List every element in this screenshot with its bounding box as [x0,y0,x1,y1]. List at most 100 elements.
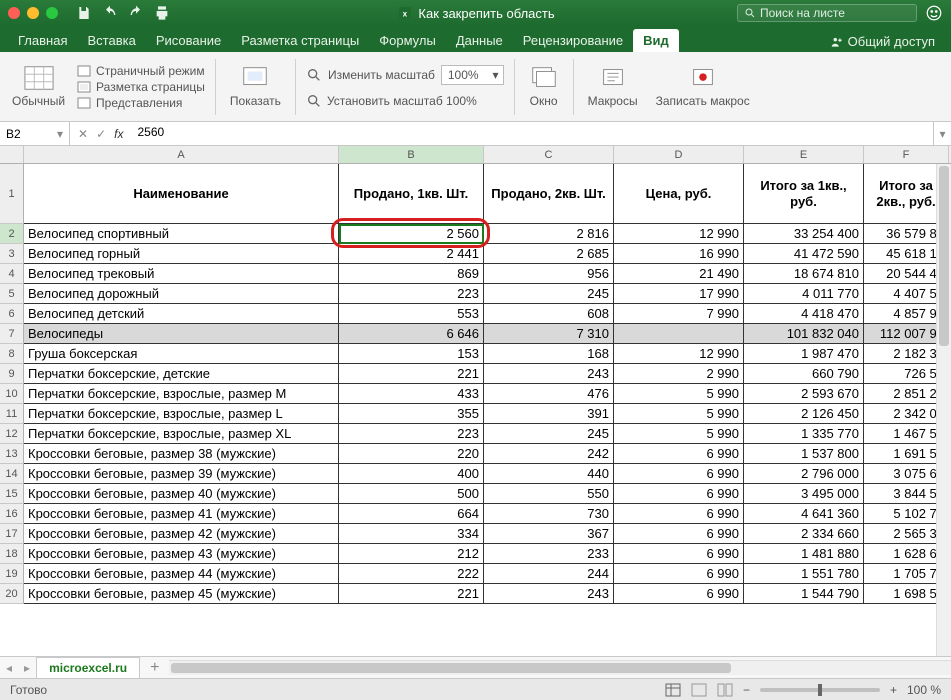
cell[interactable]: 550 [484,484,614,504]
page-break-icon[interactable] [717,683,733,697]
cell[interactable]: 244 [484,564,614,584]
cell[interactable]: 6 990 [614,584,744,604]
row-header[interactable]: 10 [0,384,24,404]
tab-insert[interactable]: Вставка [77,29,145,52]
cell[interactable]: 391 [484,404,614,424]
row-header[interactable]: 7 [0,324,24,344]
cell[interactable]: Груша боксерская [24,344,339,364]
cell[interactable]: 7 310 [484,324,614,344]
cell[interactable]: 660 790 [744,364,864,384]
zoom-in[interactable]: + [890,683,897,697]
cell[interactable]: 869 [339,264,484,284]
page-layout-icon[interactable] [691,683,707,697]
cell[interactable]: 243 [484,364,614,384]
cell[interactable]: 242 [484,444,614,464]
zoom-out[interactable]: − [743,683,750,697]
cell[interactable]: Велосипед дорожный [24,284,339,304]
row-header[interactable]: 8 [0,344,24,364]
tab-draw[interactable]: Рисование [146,29,231,52]
cell[interactable]: 221 [339,584,484,604]
cell[interactable]: 4 011 770 [744,284,864,304]
row-header[interactable]: 1 [0,164,24,224]
cell[interactable]: 5 990 [614,384,744,404]
cell[interactable]: 17 990 [614,284,744,304]
row-header[interactable]: 4 [0,264,24,284]
sheet-search[interactable]: Поиск на листе [737,4,917,22]
cell[interactable]: 2 685 [484,244,614,264]
cell[interactable]: Велосипед трековый [24,264,339,284]
row-header[interactable]: 3 [0,244,24,264]
horizontal-scrollbar[interactable] [169,660,951,675]
cell[interactable]: 153 [339,344,484,364]
row-header[interactable]: 20 [0,584,24,604]
row-header[interactable]: 18 [0,544,24,564]
maximize-icon[interactable] [46,7,58,19]
cell[interactable] [614,324,744,344]
cell[interactable]: 223 [339,424,484,444]
col-C[interactable]: C [484,146,614,163]
cell[interactable]: 41 472 590 [744,244,864,264]
cell[interactable]: 608 [484,304,614,324]
formula-expand[interactable]: ▾ [933,122,951,145]
cell[interactable]: 2 441 [339,244,484,264]
vertical-scrollbar[interactable] [936,164,951,656]
cancel-icon[interactable]: ✕ [78,127,88,141]
cell[interactable]: Кроссовки беговые, размер 44 (мужские) [24,564,339,584]
tab-formulas[interactable]: Формулы [369,29,446,52]
cell[interactable]: 5 990 [614,404,744,424]
row-header[interactable]: 5 [0,284,24,304]
cell[interactable]: 212 [339,544,484,564]
cell[interactable]: Перчатки боксерские, детские [24,364,339,384]
header-cell[interactable]: Цена, руб. [614,164,744,224]
cell[interactable]: 1 544 790 [744,584,864,604]
cell[interactable]: 355 [339,404,484,424]
cell[interactable]: 500 [339,484,484,504]
cell[interactable]: Кроссовки беговые, размер 39 (мужские) [24,464,339,484]
show-button[interactable]: Показать [226,63,285,110]
zoom-change[interactable]: Изменить масштаб 100%▾ [306,65,504,85]
cell[interactable]: 245 [484,424,614,444]
page-break-preview[interactable]: Страничный режим [77,64,205,78]
cell[interactable]: 1 537 800 [744,444,864,464]
tab-review[interactable]: Рецензирование [513,29,633,52]
cell[interactable]: 6 990 [614,464,744,484]
cell[interactable]: 6 990 [614,504,744,524]
cell[interactable]: 33 254 400 [744,224,864,244]
add-sheet-button[interactable]: + [140,659,169,677]
col-D[interactable]: D [614,146,744,163]
name-box[interactable]: B2▾ [0,122,70,145]
row-header[interactable]: 12 [0,424,24,444]
tab-data[interactable]: Данные [446,29,513,52]
sheet-tab[interactable]: microexcel.ru [36,657,140,678]
cell[interactable]: 400 [339,464,484,484]
cell[interactable]: 6 990 [614,484,744,504]
cell[interactable]: 2 334 660 [744,524,864,544]
cell[interactable]: Перчатки боксерские, взрослые, размер L [24,404,339,424]
cell[interactable]: 553 [339,304,484,324]
cell[interactable]: 16 990 [614,244,744,264]
tab-home[interactable]: Главная [8,29,77,52]
cell[interactable]: 7 990 [614,304,744,324]
cell[interactable]: 21 490 [614,264,744,284]
zoom-100-button[interactable]: Установить масштаб 100% [306,93,504,109]
cell[interactable]: 1 335 770 [744,424,864,444]
cell[interactable]: 12 990 [614,344,744,364]
normal-view-icon[interactable] [665,683,681,697]
row-header[interactable]: 6 [0,304,24,324]
cell[interactable]: Велосипеды [24,324,339,344]
custom-views[interactable]: Представления [77,96,205,110]
row-header[interactable]: 17 [0,524,24,544]
header-cell[interactable]: Итого за 1кв., руб. [744,164,864,224]
cell[interactable]: Кроссовки беговые, размер 38 (мужские) [24,444,339,464]
record-macro-button[interactable]: Записать макрос [652,63,754,110]
cell[interactable]: 956 [484,264,614,284]
cell[interactable]: Велосипед детский [24,304,339,324]
cell[interactable]: 101 832 040 [744,324,864,344]
cell[interactable]: 2 816 [484,224,614,244]
cell[interactable]: 3 495 000 [744,484,864,504]
cell[interactable]: 2 593 670 [744,384,864,404]
cell[interactable]: 730 [484,504,614,524]
cell[interactable]: 223 [339,284,484,304]
header-cell[interactable]: Наименование [24,164,339,224]
undo-icon[interactable] [102,5,118,21]
